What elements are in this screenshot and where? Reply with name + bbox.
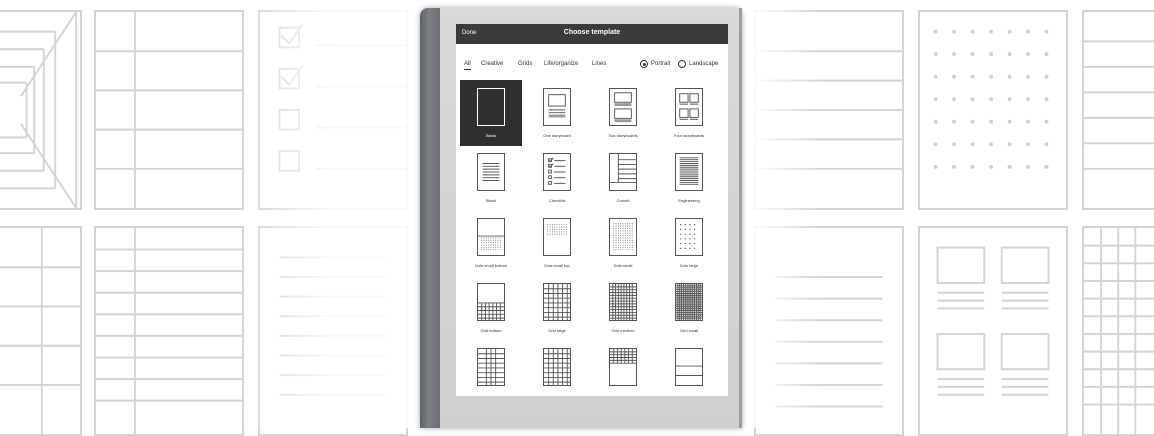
template-item[interactable]: Checklist (526, 145, 588, 211)
tab-all[interactable]: All (464, 61, 471, 70)
bg-tile-table (94, 10, 244, 210)
template-item[interactable]: Dots large (658, 210, 720, 276)
dots-small-top-icon (543, 218, 571, 256)
dialog-title: Choose template (563, 29, 621, 36)
template-label: Engineering (678, 198, 700, 203)
perspective-icon (0, 12, 78, 208)
portrait-option[interactable]: Portrait (640, 60, 670, 68)
template-item[interactable]: Blank (460, 145, 522, 211)
device-spine (420, 8, 440, 428)
template-item[interactable]: Cornell (592, 145, 654, 211)
tab-life-organize[interactable]: Life/organize (544, 61, 578, 67)
template-label: Grid medium (611, 328, 635, 333)
device-edge (739, 8, 742, 428)
tab-lines[interactable]: Lines (592, 61, 606, 67)
template-item[interactable]: Dots small (592, 210, 654, 276)
bg-tile-checklist (258, 10, 408, 210)
bg-tile-storyboard (918, 226, 1068, 436)
bg-tile-dots (918, 10, 1068, 210)
checklist-icon (278, 23, 406, 172)
lined-icon (756, 50, 902, 170)
template-item[interactable]: Grid small (658, 275, 720, 341)
template-grid: Blank One storyboard Two storyboards Four s… (460, 80, 724, 396)
grid-icon (1084, 228, 1154, 434)
lines-bottom-icon (279, 256, 387, 396)
table-icon (96, 12, 242, 208)
grid-columns-icon (477, 348, 505, 386)
template-label: Blank (485, 133, 496, 138)
dots-large-icon (675, 218, 703, 256)
device-screen: Done Choose template All Creative Grids … (456, 24, 728, 396)
template-label: Grid small (679, 328, 698, 333)
template-label: Grid bottom (480, 328, 502, 333)
grid-medium-icon (609, 283, 637, 321)
dots-small-icon (609, 218, 637, 256)
lines-bottom-icon (775, 276, 883, 408)
lined-icon (477, 153, 505, 191)
template-item[interactable]: Grid medium (592, 275, 654, 341)
storyboard-one-icon (543, 88, 571, 126)
grid-bottom-icon (477, 283, 505, 321)
grid-large-icon (543, 283, 571, 321)
template-label: Four storyboards (673, 133, 705, 138)
template-item[interactable]: One storyboard (526, 80, 588, 146)
checklist-icon (543, 153, 571, 191)
template-label: Blank (485, 198, 496, 203)
dot-grid-icon (933, 29, 1049, 169)
template-item[interactable]: Grid bottom (460, 275, 522, 341)
template-label: Dots small bottom (474, 263, 507, 268)
bg-tile-perspective (0, 10, 82, 210)
template-item[interactable] (526, 340, 588, 396)
table-icon (96, 228, 242, 434)
bg-tile-lines-bottom (258, 226, 408, 436)
blank-icon (477, 88, 505, 126)
bg-tile-grid (1082, 226, 1154, 436)
bg-tile-lines-bottom-right (754, 226, 904, 436)
engineering-icon (675, 153, 703, 191)
landscape-label: Landscape (689, 61, 719, 67)
storyboard-four-icon (675, 88, 703, 126)
grid-small-icon (675, 283, 703, 321)
landscape-radio-icon[interactable] (678, 60, 686, 68)
tab-grids[interactable]: Grids (518, 61, 532, 67)
columns-icon (0, 228, 80, 434)
bg-tile-table-2 (94, 226, 244, 436)
template-label: Dots small top (544, 263, 570, 268)
template-item[interactable]: Four storyboards (658, 80, 720, 146)
storyboard-four-icon (936, 246, 1050, 396)
template-item[interactable]: Engineering (658, 145, 720, 211)
template-label: Dots small (613, 263, 633, 268)
template-item[interactable]: Grid large (526, 275, 588, 341)
template-label: One storyboard (543, 133, 571, 138)
template-label: Dots large (679, 263, 699, 268)
cornell-icon (609, 153, 637, 191)
portrait-radio-icon[interactable] (640, 60, 648, 68)
lines-bottom-icon (675, 348, 703, 386)
storyboard-two-icon (609, 88, 637, 126)
template-item[interactable] (460, 340, 522, 396)
grid-large-2-icon (543, 348, 571, 386)
template-item[interactable] (592, 340, 654, 396)
bg-tile-columns (0, 226, 82, 436)
template-item[interactable]: Dots small top (526, 210, 588, 276)
template-label: Cornell (616, 198, 630, 203)
landscape-option[interactable]: Landscape (678, 60, 718, 68)
template-item[interactable]: Dots small bottom (460, 210, 522, 276)
template-item[interactable]: Blank (460, 80, 522, 146)
tablet-device: Done Choose template All Creative Grids … (420, 8, 742, 428)
template-item[interactable] (658, 340, 720, 396)
template-label: Two storyboards (608, 133, 638, 138)
category-tabs: All Creative Grids Life/organize Lines P… (456, 60, 728, 74)
template-item[interactable]: Two storyboards (592, 80, 654, 146)
dots-small-bottom-icon (477, 218, 505, 256)
portrait-label: Portrait (651, 61, 671, 67)
top-bar: Done Choose template (456, 24, 728, 44)
tab-creative[interactable]: Creative (481, 61, 503, 67)
bg-tile-lined-edge (1082, 10, 1154, 210)
bg-tile-lined-right (754, 10, 904, 210)
lined-icon (1084, 40, 1154, 170)
template-label: Checklist (548, 198, 566, 203)
template-label: Grid large (548, 328, 566, 333)
grid-top-icon (609, 348, 637, 386)
